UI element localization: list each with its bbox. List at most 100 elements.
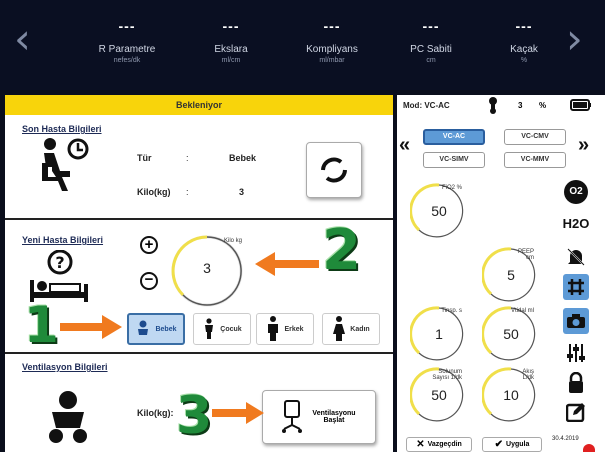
cancel-button[interactable]: ✕ Vazgeçdin: [406, 437, 472, 452]
start-ventilation-button[interactable]: Ventilasyonu Başlat: [262, 390, 376, 444]
patient-type-label: Çocuk: [220, 325, 242, 333]
mode-tab-vc-simv[interactable]: VC-SIMV: [423, 152, 485, 168]
new-patient-title: Yeni Hasta Bilgileri: [22, 235, 104, 245]
divider: [5, 352, 393, 354]
ventilation-weight-label: Kilo(kg):: [137, 408, 174, 418]
dial-value: 50: [431, 203, 447, 219]
patient-type-label: Erkek: [284, 325, 304, 333]
thermometer-icon: [489, 97, 497, 114]
alarm-mute-icon[interactable]: [563, 244, 589, 270]
dial-value: 50: [431, 387, 447, 403]
param-kompliyans: --- Kompliyans ml/mbar: [282, 18, 382, 64]
param-label: R Parametre: [98, 44, 156, 55]
dial-value: 3: [203, 260, 211, 276]
type-separator: :: [186, 153, 189, 163]
dial-label: Vtidal ml: [510, 308, 534, 314]
weight-separator: :: [186, 187, 189, 197]
apply-label: Uygula: [506, 441, 530, 448]
last-patient-title: Son Hasta Bilgileri: [22, 124, 102, 134]
dial-value: 1: [435, 326, 443, 342]
increase-weight-button[interactable]: +: [140, 236, 158, 254]
mode-tab-vc-cmv[interactable]: VC-CMV: [504, 129, 566, 145]
patient-type-erkek[interactable]: Erkek: [256, 313, 314, 345]
dial-label: Solunum Sayısı 1/dk: [432, 369, 462, 381]
top-bar: ‹ --- R Parametre nefes/dk --- Ekslara m…: [0, 0, 605, 90]
decrease-weight-button[interactable]: −: [140, 272, 158, 290]
param-value: ---: [323, 18, 341, 34]
oxygen-label: O2: [564, 180, 588, 204]
dial-label: PEEP cm: [517, 249, 534, 261]
param-r: --- R Parametre nefes/dk: [77, 18, 177, 64]
param-pc-sabiti: --- PC Sabiti cm: [381, 18, 481, 64]
humidity-icon[interactable]: H2O: [563, 210, 590, 236]
param-value: ---: [118, 18, 136, 34]
arrow-right-icon: [60, 315, 122, 339]
start-ventilation-label: Ventilasyonu Başlat: [312, 410, 356, 424]
dial-respiration-rate[interactable]: Solunum Sayısı 1/dk 50: [410, 366, 468, 424]
patient-type-label: Bebek: [155, 325, 177, 333]
param-label: PC Sabiti: [410, 44, 452, 55]
patient-type-kadin[interactable]: Kadın: [322, 313, 380, 345]
grid-icon[interactable]: [563, 274, 589, 300]
param-value: ---: [515, 18, 533, 34]
weight-label: Kilo(kg): [137, 187, 171, 197]
param-unit: ml/cm: [221, 57, 241, 64]
status-bar: Bekleniyor: [5, 95, 393, 115]
chevron-right-icon[interactable]: ›: [566, 14, 583, 63]
arrow-left-icon: [255, 252, 319, 276]
ventilation-title: Ventilasyon Bilgileri: [22, 362, 108, 372]
dial-flow[interactable]: Akış L/dk 10: [482, 366, 540, 424]
lock-icon[interactable]: [563, 370, 589, 396]
dial-value: 10: [503, 387, 519, 403]
patient-type-label: Kadın: [350, 325, 370, 333]
param-label: Kompliyans: [306, 44, 358, 55]
chevron-left-icon[interactable]: ‹: [14, 14, 31, 63]
patient-type-bebek[interactable]: Bebek: [127, 313, 185, 345]
dial-value: 50: [503, 326, 519, 342]
type-label: Tür: [137, 153, 152, 163]
param-unit: cm: [426, 57, 436, 64]
param-ekslara: --- Ekslara ml/cm: [181, 18, 281, 64]
dial-label: Tinsp. s: [441, 308, 462, 314]
cancel-label: Vazgeçdin: [427, 441, 462, 448]
close-icon: ✕: [416, 439, 425, 450]
dial-fio2[interactable]: FiO2 % 50: [410, 182, 468, 240]
mode-tab-vc-ac[interactable]: VC-AC: [423, 129, 485, 145]
woman-icon: [333, 316, 346, 341]
oxygen-icon[interactable]: O2: [563, 179, 589, 205]
dial-label: Kilo kg: [223, 238, 242, 244]
param-unit: ml/mbar: [319, 57, 345, 64]
new-weight-dial[interactable]: Kilo kg 3: [168, 232, 246, 310]
mode-next-button[interactable]: »: [578, 134, 589, 157]
dial-value: 5: [507, 267, 515, 283]
check-icon: ✔: [494, 439, 504, 450]
baby-large-icon: [44, 390, 92, 451]
mode-tab-vc-mmv[interactable]: VC-MMV: [504, 152, 566, 168]
param-label: Kaçak: [510, 44, 538, 55]
battery-icon: [570, 99, 591, 111]
patient-type-cocuk[interactable]: Çocuk: [193, 313, 251, 345]
alert-indicator: [583, 444, 595, 452]
svg-text:?: ?: [55, 253, 64, 272]
mode-prev-button[interactable]: «: [399, 134, 410, 157]
arrow-right-icon: [212, 402, 264, 424]
type-value: Bebek: [229, 153, 257, 163]
mode-label: Mod: VC-AC: [403, 101, 450, 110]
camera-icon[interactable]: [563, 308, 589, 334]
dial-label: Akış L/dk: [522, 369, 534, 381]
weight-value: 3: [239, 187, 245, 197]
param-value: ---: [222, 18, 240, 34]
waiting-patient-icon: [36, 137, 96, 198]
dial-vtidal[interactable]: Vtidal ml 50: [482, 305, 540, 363]
param-unit: %: [520, 57, 528, 64]
reload-button[interactable]: [306, 142, 362, 198]
apply-button[interactable]: ✔ Uygula: [482, 437, 542, 452]
edit-icon[interactable]: [563, 399, 589, 425]
sliders-icon[interactable]: [563, 340, 589, 366]
annotation-3: 3: [176, 386, 213, 446]
annotation-2: 2: [322, 218, 361, 283]
param-value: ---: [422, 18, 440, 34]
param-label: Ekslara: [214, 44, 248, 55]
dial-tinsp[interactable]: Tinsp. s 1: [410, 305, 468, 363]
dial-peep[interactable]: PEEP cm 5: [482, 246, 540, 304]
